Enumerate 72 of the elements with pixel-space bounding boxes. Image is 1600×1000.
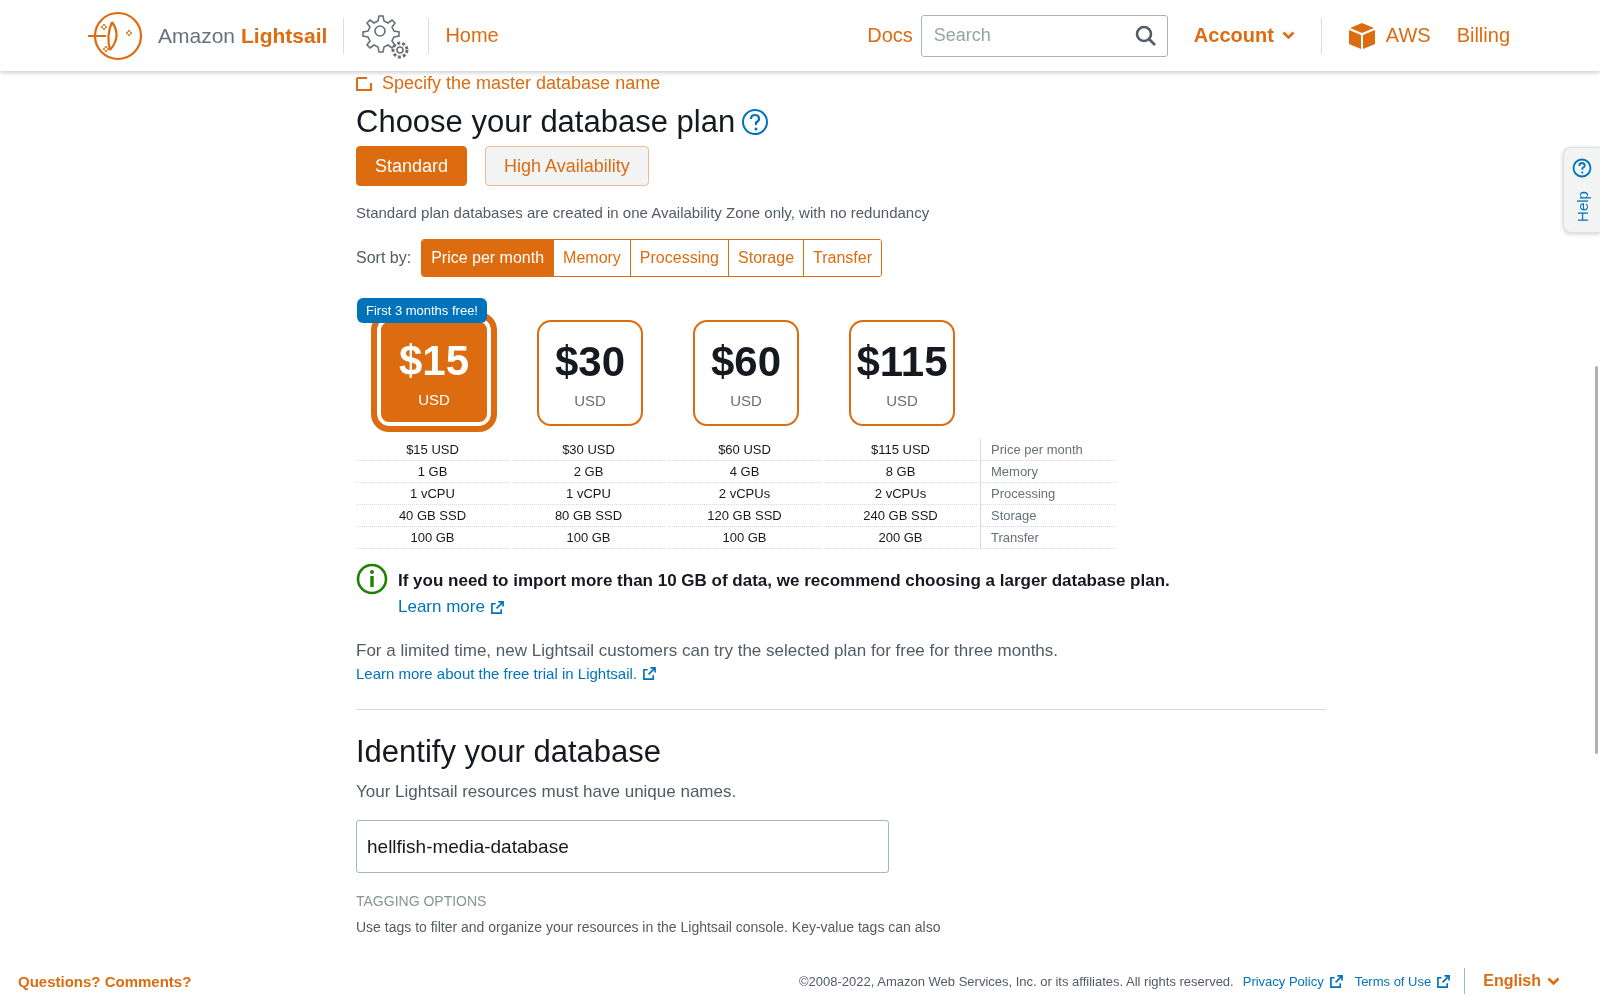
table-cell: $30 USD [512, 439, 665, 461]
table-cell: 2 GB [512, 461, 665, 483]
footer-link[interactable]: Privacy Policy [1242, 973, 1343, 989]
plan-type-button[interactable]: High Availability [485, 146, 649, 186]
section-subtitle: Your Lightsail resources must have unique names. [356, 782, 737, 802]
copyright-text: ©2008-2022, Amazon Web Services, Inc. or its affiliates. All rights reserved. [799, 973, 1234, 989]
billing-link[interactable]: Billing [1456, 24, 1510, 47]
table-cell: 80 GB SSD [512, 505, 665, 527]
table-cell: 120 GB SSD [668, 505, 821, 527]
external-link-icon [643, 667, 656, 680]
section-title: Choose your database plan [356, 104, 736, 140]
table-cell: 2 vCPUs [668, 483, 821, 505]
table-cell: 240 GB SSD [824, 505, 977, 527]
row-label: Price per month [980, 439, 1116, 461]
external-link-icon [1437, 974, 1451, 988]
info-message: If you need to import more than 10 GB of data, we recommend choosing a larger database plan. [398, 571, 1170, 591]
table-cell: 40 GB SSD [356, 505, 509, 527]
sort-option[interactable]: Transfer [803, 240, 882, 276]
search-field[interactable]: Search [920, 14, 1168, 57]
chevron-down-icon [1547, 976, 1560, 986]
plan-type-button[interactable]: Standard [356, 146, 468, 186]
feedback-link[interactable]: Questions? Comments? [18, 972, 192, 990]
free-trial-link[interactable]: Learn more about the free trial in Lightsail. [356, 665, 656, 682]
docs-link[interactable]: Docs [867, 24, 913, 47]
table-cell: $15 USD [356, 439, 509, 461]
footer-link[interactable]: Terms of Use [1354, 973, 1451, 989]
cube-icon [1347, 21, 1376, 50]
free-trial-badge: First 3 months free! [357, 298, 487, 323]
aws-link[interactable]: AWS [1347, 21, 1431, 50]
table-cell: 4 GB [668, 461, 821, 483]
help-icon [1572, 158, 1592, 178]
info-icon [356, 563, 388, 595]
master-database-name-link[interactable]: Specify the master database name [382, 73, 661, 94]
table-cell: 2 vCPUs [824, 483, 977, 505]
chevron-down-icon [1281, 31, 1295, 40]
plan-card[interactable]: $115 USD [849, 320, 955, 426]
scrollbar-thumb[interactable] [1595, 366, 1598, 754]
plan-card[interactable]: $60 USD [693, 320, 799, 426]
help-icon[interactable] [741, 108, 770, 136]
row-label: Transfer [980, 527, 1116, 549]
table-cell: 1 GB [356, 461, 509, 483]
table-cell: 100 GB [512, 527, 665, 549]
tagging-heading: TAGGING OPTIONS [356, 893, 487, 909]
home-link[interactable]: Home [445, 24, 499, 47]
free-trial-text: For a limited time, new Lightsail customers can try the selected plan for free for three months. [356, 641, 1059, 661]
plan-description: Standard plan databases are created in one Availability Zone only, with no redundancy [356, 204, 930, 221]
account-menu[interactable]: Account [1193, 24, 1295, 47]
table-cell: 100 GB [356, 527, 509, 549]
sort-label: Sort by: [356, 249, 412, 267]
external-link-icon [490, 600, 504, 614]
row-label: Storage [980, 505, 1116, 527]
tagging-description: Use tags to filter and organize your resources in the Lightsail console. Key-value tags can also [356, 919, 941, 935]
external-link-icon [1329, 974, 1343, 988]
search-icon [1134, 24, 1157, 47]
plan-card[interactable]: $30 USD [537, 320, 643, 426]
row-label: Processing [980, 483, 1116, 505]
table-cell: 1 vCPU [512, 483, 665, 505]
product-name: Lightsail [241, 23, 328, 48]
learn-more-link[interactable]: Learn more [398, 597, 504, 617]
row-label: Memory [980, 461, 1116, 483]
database-name-field[interactable]: hellfish-media-database [356, 820, 889, 873]
brand-name: Amazon [158, 23, 236, 48]
language-selector[interactable]: English [1464, 968, 1560, 994]
table-cell: 200 GB [824, 527, 977, 549]
section-title: Identify your database [356, 734, 662, 770]
table-cell: 8 GB [824, 461, 977, 483]
help-tab[interactable]: Help [1563, 147, 1600, 233]
sort-option[interactable]: Price per month [422, 240, 554, 276]
table-cell: 100 GB [668, 527, 821, 549]
table-cell: 1 vCPU [356, 483, 509, 505]
table-cell: $115 USD [824, 439, 977, 461]
table-cell: $60 USD [668, 439, 821, 461]
